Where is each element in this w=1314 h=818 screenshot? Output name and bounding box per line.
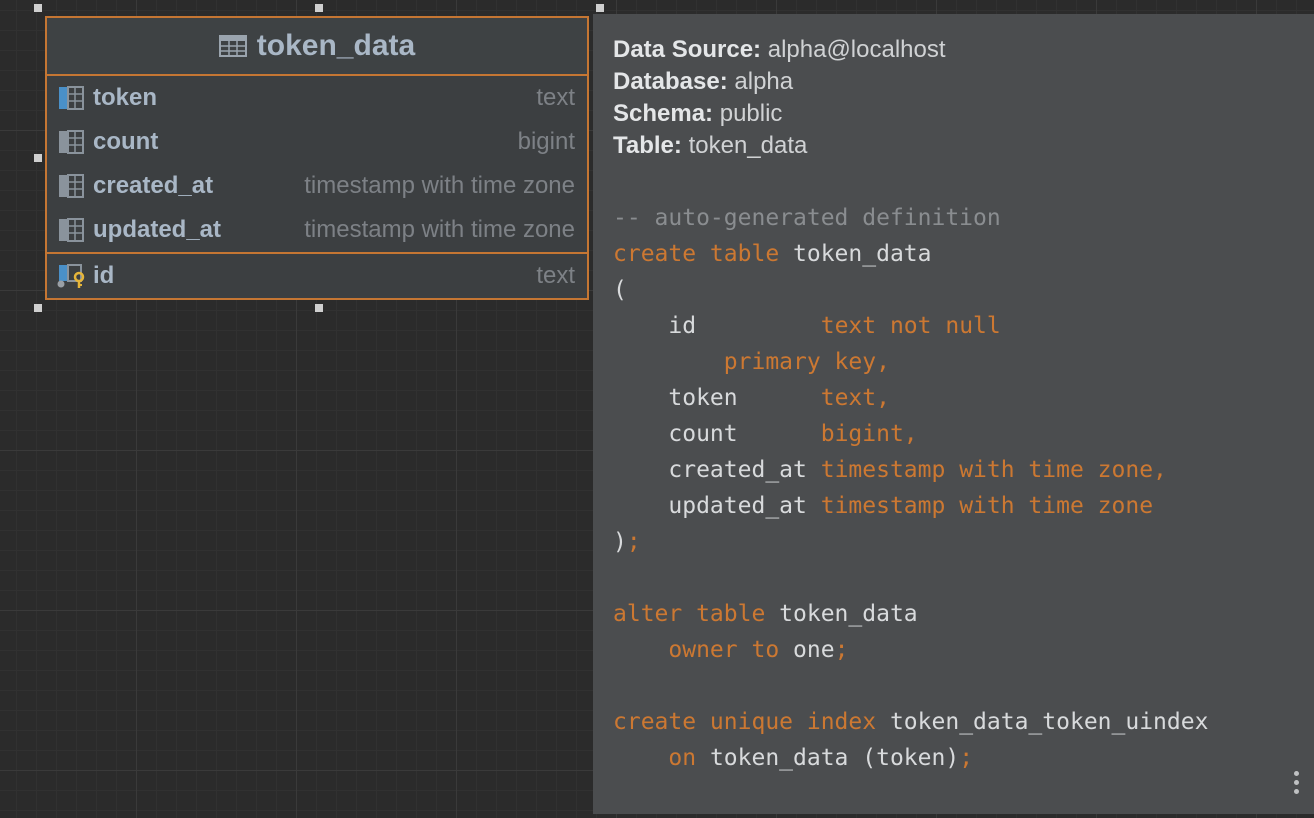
table-column-row[interactable]: updated_at timestamp with time zone [47, 208, 587, 252]
column-type: bigint [517, 128, 575, 155]
resize-handle[interactable] [34, 154, 42, 162]
code-token: alter table [613, 601, 780, 627]
code-line: create unique index token_data_token_uin… [613, 704, 1314, 740]
code-line: ( [613, 272, 1314, 308]
table-icon [218, 35, 247, 57]
code-line: count bigint, [613, 416, 1314, 452]
table-column-row[interactable]: created_at timestamp with time zone [47, 164, 587, 208]
column-icon [59, 174, 84, 198]
table-definition-popup: Data Source: alpha@localhost Database: a… [593, 14, 1314, 814]
code-token: token_data_token_uindex [889, 709, 1209, 735]
column-type: timestamp with time zone [304, 172, 575, 199]
code-line: -- auto-generated definition [613, 200, 1314, 236]
code-token: ; [959, 745, 974, 771]
code-token: on [613, 745, 710, 771]
code-token: created_at [613, 457, 821, 483]
code-token: timestamp with time zone, [820, 457, 1167, 483]
code-token: token_data (token) [709, 745, 960, 771]
meta-schema: Schema: public [613, 100, 783, 127]
code-token: bigint, [820, 421, 918, 447]
meta-table: Table: token_data [613, 132, 808, 159]
more-options-icon[interactable] [1292, 771, 1300, 794]
code-line: primary key, [613, 344, 1314, 380]
code-line: id text not null [613, 308, 1314, 344]
column-icon [59, 86, 84, 110]
resize-handle[interactable] [34, 304, 42, 312]
code-token: primary key, [613, 349, 890, 375]
code-token: create table [613, 241, 794, 267]
code-token: -- auto-generated definition [613, 205, 1001, 231]
resize-handle[interactable] [315, 4, 323, 12]
code-token: ) [613, 529, 627, 555]
table-column-row[interactable]: token text [47, 76, 587, 120]
column-name: count [93, 128, 159, 155]
code-token: text, [820, 385, 890, 411]
table-column-row[interactable]: count bigint [47, 120, 587, 164]
column-type: timestamp with time zone [304, 216, 575, 243]
code-line: on token_data (token); [613, 740, 1314, 776]
code-token: one [793, 637, 835, 663]
code-token: token_data [779, 601, 918, 627]
meta-data-source: Data Source: alpha@localhost [613, 36, 946, 63]
column-type: text [536, 262, 575, 289]
primary-key-column-icon [57, 264, 85, 288]
code-token: ( [613, 277, 627, 303]
code-token: count [613, 421, 821, 447]
code-token: ; [626, 529, 641, 555]
code-line: token text, [613, 380, 1314, 416]
column-name: token [93, 84, 158, 111]
column-name: id [93, 262, 115, 289]
table-column-row-key[interactable]: id text [47, 254, 587, 298]
table-name: token_data [256, 29, 416, 62]
column-icon [59, 218, 84, 242]
code-line: created_at timestamp with time zone, [613, 452, 1314, 488]
code-token: text not null [820, 313, 1001, 339]
code-token: timestamp with time zone [820, 493, 1154, 519]
code-line: updated_at timestamp with time zone [613, 488, 1314, 524]
code-line: owner to one; [613, 632, 1314, 668]
code-line: ); [613, 524, 1314, 560]
resize-handle[interactable] [315, 304, 323, 312]
code-token: ; [834, 637, 849, 663]
code-line: alter table token_data [613, 596, 1314, 632]
ddl-code-block: -- auto-generated definition create table… [613, 200, 1314, 776]
resize-handle[interactable] [34, 4, 42, 12]
column-type: text [536, 84, 575, 111]
code-token: updated_at [613, 493, 821, 519]
resize-handle[interactable] [596, 4, 604, 12]
table-node-token-data[interactable]: token_data token text count bigint created_a… [45, 16, 589, 300]
code-token: token [613, 385, 821, 411]
code-token: owner to [613, 637, 794, 663]
column-name: updated_at [93, 216, 222, 243]
code-token: token_data [793, 241, 932, 267]
code-token: id [613, 313, 821, 339]
column-icon [59, 130, 84, 154]
table-node-header[interactable]: token_data [47, 18, 587, 76]
meta-database: Database: alpha [613, 68, 794, 95]
code-token: create unique index [613, 709, 890, 735]
column-name: created_at [93, 172, 214, 199]
code-line: create table token_data [613, 236, 1314, 272]
